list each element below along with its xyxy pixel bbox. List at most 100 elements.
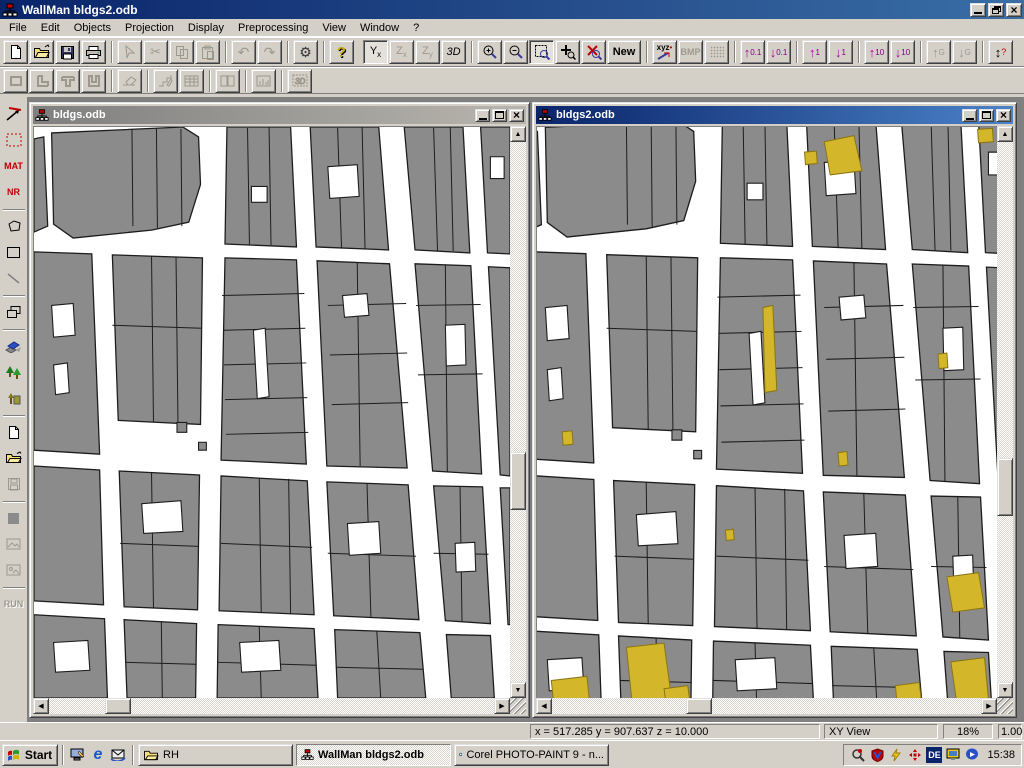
redo-button[interactable]: ↷ [257, 40, 282, 64]
select-tool-button[interactable] [117, 40, 142, 64]
menu-item-file[interactable]: File [2, 20, 34, 36]
down-1-button[interactable]: ↓1 [828, 40, 853, 64]
profile-button[interactable] [153, 69, 178, 93]
polygon-tool-button[interactable] [2, 214, 26, 238]
vscroll-thumb[interactable] [997, 458, 1013, 516]
bldgs2-close-button[interactable]: × [996, 109, 1011, 122]
menu-item-view[interactable]: View [315, 20, 353, 36]
window-bldgs2[interactable]: bldgs2.odb × ▲ ▼ ◀ ▶ [532, 102, 1017, 718]
rect-shape-button[interactable] [3, 69, 28, 93]
l-shape-button[interactable] [29, 69, 54, 93]
xyz-coords-button[interactable]: xyz• [652, 40, 677, 64]
view-zy-button[interactable]: Zy [415, 40, 440, 64]
task-wallman[interactable]: WallMan bldgs2.odb [296, 744, 451, 766]
bldgs-vscrollbar[interactable]: ▲ ▼ [510, 126, 526, 698]
outlook-shortcut[interactable] [108, 745, 128, 765]
title-bar[interactable]: WallMan bldgs2.odb × [0, 0, 1024, 19]
new-database-button[interactable] [2, 420, 26, 444]
window-bldgs[interactable]: bldgs.odb × ▲ ▼ ◀ ▶ [29, 102, 530, 718]
bldgs-map-canvas[interactable] [33, 126, 510, 698]
scroll-right-button[interactable]: ▶ [494, 698, 510, 714]
settings-button[interactable]: ⚙ [293, 40, 318, 64]
keyboard-layout-indicator[interactable]: DE [926, 747, 942, 763]
menu-item-[interactable]: ? [406, 20, 426, 36]
menu-item-edit[interactable]: Edit [34, 20, 67, 36]
up-1-button[interactable]: ↑1 [802, 40, 827, 64]
scroll-down-button[interactable]: ▼ [997, 682, 1013, 698]
menu-item-window[interactable]: Window [353, 20, 406, 36]
open-button[interactable] [29, 40, 54, 64]
tray-display-icon[interactable] [945, 747, 961, 763]
open-database-button[interactable] [2, 446, 26, 470]
u-shape-button[interactable] [81, 69, 106, 93]
scroll-up-button[interactable]: ▲ [997, 126, 1013, 142]
restore-button[interactable] [988, 3, 1004, 17]
menu-item-display[interactable]: Display [181, 20, 231, 36]
edit-arrow-button[interactable] [2, 102, 26, 126]
up-0.1-button[interactable]: ↑0.1 [740, 40, 765, 64]
terrain-button[interactable] [2, 334, 26, 358]
zoom-in-button[interactable] [477, 40, 502, 64]
show-desktop-shortcut[interactable] [68, 745, 88, 765]
vegetation-button[interactable] [2, 360, 26, 384]
scroll-right-button[interactable]: ▶ [981, 698, 997, 714]
pan-zoom-button[interactable] [555, 40, 580, 64]
bldgs2-hscrollbar[interactable]: ◀ ▶ [536, 698, 997, 714]
save-database-button[interactable] [2, 472, 26, 496]
undo-button[interactable]: ↶ [231, 40, 256, 64]
view-zx-button[interactable]: Zx [389, 40, 414, 64]
bldgs-hscrollbar[interactable]: ◀ ▶ [33, 698, 510, 714]
3d-preview-button[interactable]: 3D [287, 69, 312, 93]
bldgs2-maximize-button[interactable] [979, 109, 994, 122]
t-shape-button[interactable] [55, 69, 80, 93]
table-button[interactable] [179, 69, 204, 93]
tray-quicktime-icon[interactable] [964, 747, 980, 763]
select-region-button[interactable] [2, 128, 26, 152]
zoom-rect-button[interactable] [529, 40, 554, 64]
close-button[interactable]: × [1006, 3, 1022, 17]
fill-color-button[interactable] [2, 506, 26, 530]
zoom-off-button[interactable] [581, 40, 606, 64]
split-view-button[interactable] [215, 69, 240, 93]
run-button[interactable]: RUN [2, 592, 26, 616]
down-g-button[interactable]: ↓G [952, 40, 977, 64]
grid-button[interactable] [704, 40, 729, 64]
menu-item-projection[interactable]: Projection [118, 20, 181, 36]
minimize-button[interactable] [970, 3, 986, 17]
bldgs2-vscrollbar[interactable]: ▲ ▼ [997, 126, 1013, 698]
combine-objects-button[interactable] [2, 300, 26, 324]
scroll-left-button[interactable]: ◀ [536, 698, 552, 714]
bmp-button[interactable]: BMP [678, 40, 703, 64]
paste-button[interactable] [195, 40, 220, 64]
copy-button[interactable] [169, 40, 194, 64]
save-button[interactable] [55, 40, 80, 64]
menu-item-preprocessing[interactable]: Preprocessing [231, 20, 315, 36]
tray-magnifier-icon[interactable] [850, 747, 866, 763]
new-button[interactable] [3, 40, 28, 64]
up-10-button[interactable]: ↑10 [864, 40, 889, 64]
bldgs-maximize-button[interactable] [492, 109, 507, 122]
new-object-button[interactable]: New [607, 40, 641, 64]
up-g-button[interactable]: ↑G [926, 40, 951, 64]
resize-grip[interactable] [997, 698, 1013, 714]
down-0.1-button[interactable]: ↓0.1 [766, 40, 791, 64]
bldgs-close-button[interactable]: × [509, 109, 524, 122]
tray-arrows-cross-icon[interactable] [907, 747, 923, 763]
internet-explorer-shortcut[interactable]: e [88, 745, 108, 765]
scroll-left-button[interactable]: ◀ [33, 698, 49, 714]
help-button[interactable]: ? [329, 40, 354, 64]
hscroll-thumb[interactable] [686, 698, 712, 714]
print-button[interactable] [81, 40, 106, 64]
bldgs-minimize-button[interactable] [475, 109, 490, 122]
bldgs2-title-bar[interactable]: bldgs2.odb × [536, 106, 1013, 124]
line-tool-button[interactable] [2, 266, 26, 290]
down-10-button[interactable]: ↓10 [890, 40, 915, 64]
task-rh[interactable]: RH [138, 744, 293, 766]
menu-item-objects[interactable]: Objects [67, 20, 118, 36]
hscroll-thumb[interactable] [105, 698, 131, 714]
task-corel[interactable]: Corel PHOTO-PAINT 9 - n... [454, 744, 609, 766]
eraser-button[interactable] [117, 69, 142, 93]
histogram-button[interactable] [251, 69, 276, 93]
number-button[interactable]: NR [2, 180, 26, 204]
material-button[interactable]: MAT [2, 154, 26, 178]
